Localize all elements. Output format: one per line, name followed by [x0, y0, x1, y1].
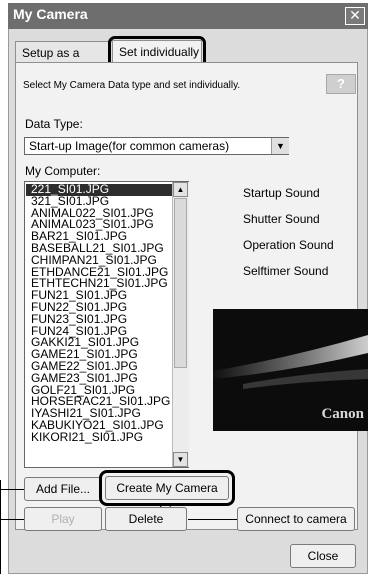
callout-line-add-file: [0, 489, 24, 490]
list-item[interactable]: KIKORI21_SI01.JPG: [31, 431, 143, 444]
data-type-select[interactable]: Start-up Image(for common cameras): [24, 137, 289, 155]
selftimer-sound-label: Selftimer Sound: [243, 264, 329, 278]
brand-logo: Canon: [321, 406, 364, 422]
data-type-label: Data Type:: [25, 117, 83, 131]
add-file-button[interactable]: Add File...: [24, 477, 102, 501]
window-title: My Camera: [13, 6, 88, 22]
play-button[interactable]: Play: [24, 507, 102, 531]
chevron-down-icon[interactable]: ▼: [271, 138, 289, 154]
preview-image: Canon: [213, 309, 368, 431]
my-computer-label: My Computer:: [25, 164, 101, 178]
shutter-sound-label: Shutter Sound: [243, 212, 320, 226]
close-icon[interactable]: ✕: [345, 7, 365, 25]
help-button[interactable]: ?: [326, 74, 356, 94]
create-my-camera-data-button[interactable]: Create My Camera data: [105, 476, 229, 517]
callout-line-connect: [188, 519, 237, 520]
instruction-text: Select My Camera Data type and set indiv…: [23, 80, 241, 91]
callout-vertical-line: [0, 480, 1, 574]
data-type-value: Start-up Image(for common cameras): [29, 139, 230, 153]
tab-setup-as-theme[interactable]: Setup as a theme: [15, 41, 111, 82]
scroll-thumb[interactable]: [174, 198, 187, 368]
callout-line-play: [0, 519, 24, 520]
file-list-scrollbar[interactable]: ▲ ▼: [172, 182, 189, 467]
operation-sound-label: Operation Sound: [243, 238, 334, 252]
startup-sound-label: Startup Sound: [243, 186, 320, 200]
connect-to-camera-button[interactable]: Connect to camera: [237, 507, 355, 531]
file-list[interactable]: 221_SI01.JPG 321_SI01.JPG ANIMAL022_SI01…: [24, 181, 189, 468]
scroll-down-icon[interactable]: ▼: [173, 452, 188, 467]
scroll-up-icon[interactable]: ▲: [173, 182, 188, 197]
close-button[interactable]: Close: [290, 544, 356, 568]
delete-button[interactable]: Delete: [105, 507, 187, 531]
